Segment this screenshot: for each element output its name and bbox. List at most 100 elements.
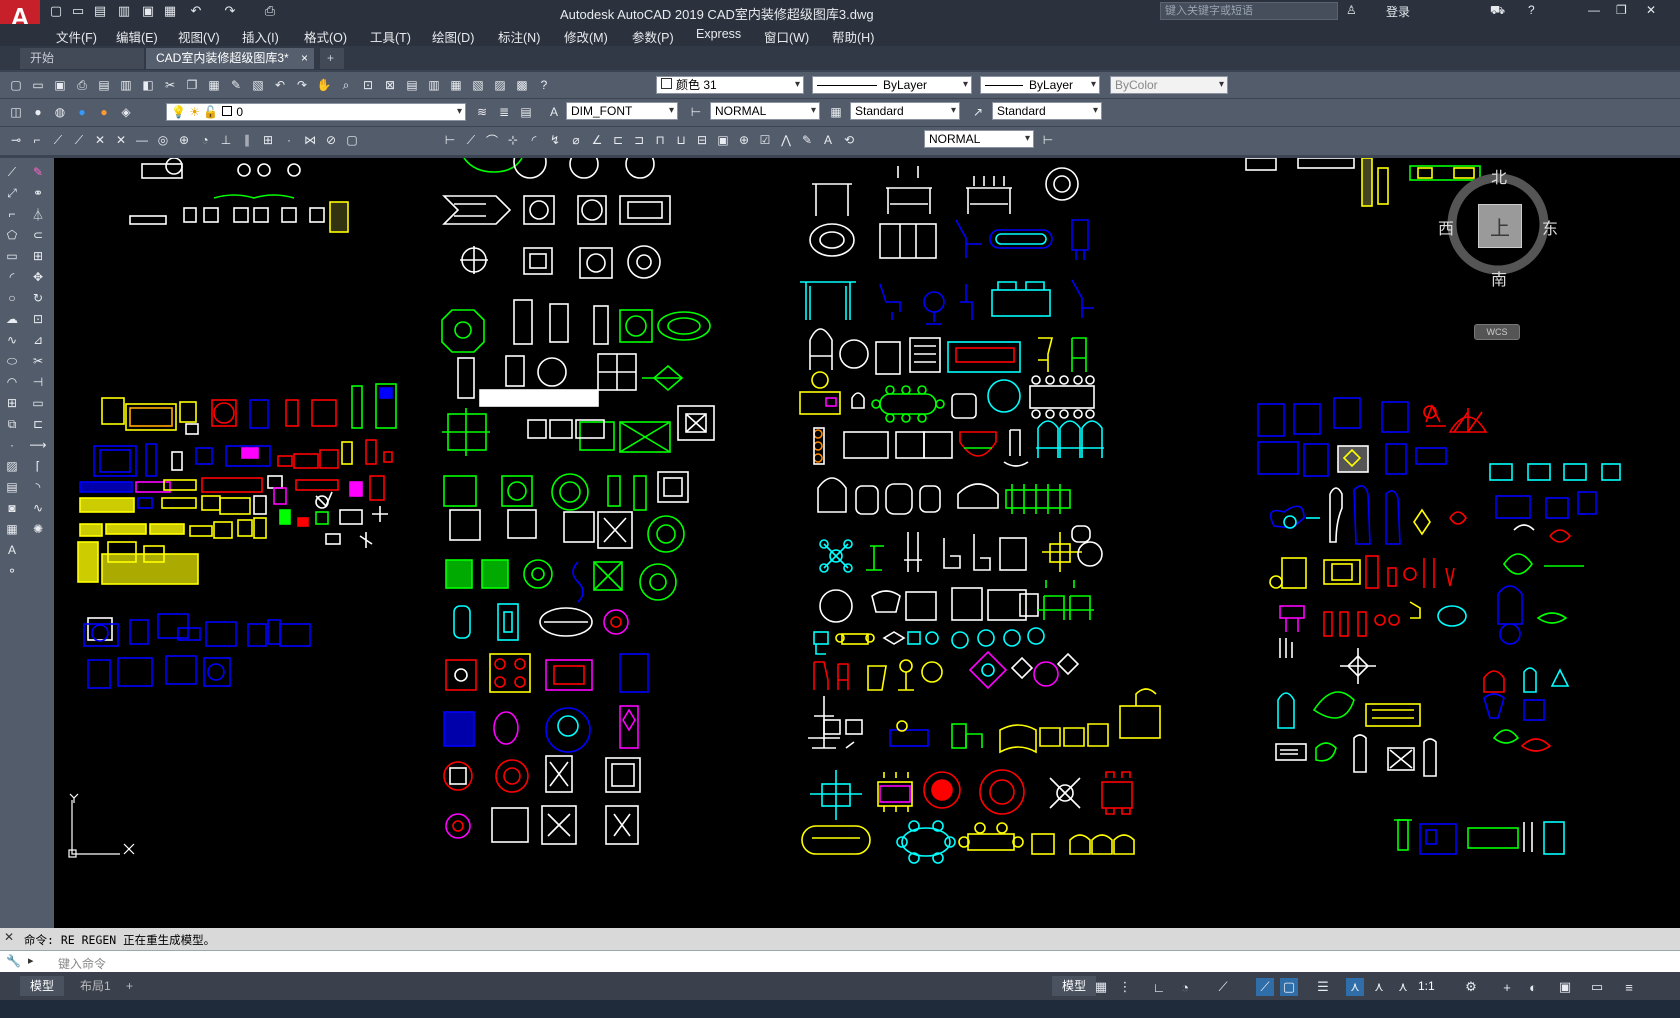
minimize-icon[interactable]: —: [1588, 3, 1600, 17]
osnap-icon[interactable]: ▢: [1280, 978, 1298, 996]
table-style-control[interactable]: Standard: [850, 102, 960, 120]
add-layout-button[interactable]: +: [116, 976, 143, 996]
cart-icon[interactable]: ⛟: [1490, 3, 1505, 19]
spline-icon[interactable]: ∿: [4, 332, 20, 348]
table-icon[interactable]: ▦: [4, 521, 20, 537]
new-icon[interactable]: ▢: [48, 3, 64, 19]
layer-control[interactable]: 💡 ☀ 🔓 0: [166, 103, 466, 121]
explode-icon[interactable]: ✺: [30, 521, 46, 537]
3d-print-icon[interactable]: ◧: [140, 77, 156, 93]
circle-icon[interactable]: ○: [4, 290, 20, 306]
dim-arc-icon[interactable]: ⌒: [484, 132, 500, 148]
quick-dim-icon[interactable]: ⊏: [610, 132, 626, 148]
menu-draw[interactable]: 绘图(D): [432, 27, 474, 46]
gear-icon[interactable]: ⚙: [1462, 978, 1480, 996]
paste-icon[interactable]: ▦: [206, 77, 222, 93]
zoom-previous-icon[interactable]: ⊠: [382, 77, 398, 93]
view-cube[interactable]: 上 北 南 东 西: [1438, 164, 1558, 289]
zoom-realtime-icon[interactable]: ⌕: [338, 77, 354, 93]
rotate-icon[interactable]: ↻: [30, 290, 46, 306]
snap-quadrant-icon[interactable]: ⊕: [176, 132, 192, 148]
redo-icon[interactable]: ↷: [294, 77, 310, 93]
snap-intersection-icon[interactable]: ✕: [92, 132, 108, 148]
snap-node-icon[interactable]: ·: [281, 132, 297, 148]
dim-continue-icon[interactable]: ⊓: [652, 132, 668, 148]
menu-parametric[interactable]: 参数(P): [632, 27, 674, 46]
snap-insert-icon[interactable]: ⊞: [260, 132, 276, 148]
copy-icon[interactable]: ❐: [184, 77, 200, 93]
temp-track-icon[interactable]: ⊸: [8, 132, 24, 148]
point-icon[interactable]: ·: [4, 437, 20, 453]
jogged-linear-icon[interactable]: ⋀: [778, 132, 794, 148]
multileader-style-control[interactable]: Standard: [992, 102, 1102, 120]
menu-file[interactable]: 文件(F): [56, 27, 97, 46]
insert-block-icon[interactable]: ⊞: [4, 395, 20, 411]
snap-icon[interactable]: ⋮: [1116, 978, 1134, 996]
open-icon[interactable]: ▭: [70, 3, 86, 19]
customize-icon[interactable]: ≡: [1620, 978, 1638, 996]
command-input[interactable]: 键入命令: [58, 955, 106, 972]
break-icon[interactable]: ▭: [30, 395, 46, 411]
dim-style-icon[interactable]: ⊢: [1040, 132, 1056, 148]
revcloud-icon[interactable]: ☁: [4, 311, 20, 327]
inspect-icon[interactable]: ☑: [757, 132, 773, 148]
save-icon[interactable]: ▣: [52, 77, 68, 93]
extend-icon[interactable]: ⊣: [30, 374, 46, 390]
match-properties-icon[interactable]: ✎: [228, 77, 244, 93]
dim-jogged-icon[interactable]: ↯: [547, 132, 563, 148]
annotation-scale-value[interactable]: 1:1: [1414, 976, 1439, 996]
compass-west[interactable]: 西: [1438, 215, 1454, 239]
plot-icon[interactable]: ⎙: [262, 3, 278, 19]
restore-icon[interactable]: ❐: [1616, 3, 1627, 17]
new-tab-button[interactable]: +: [320, 48, 344, 69]
linetype-control[interactable]: ByLayer: [812, 76, 972, 94]
layer-previous-icon[interactable]: ≣: [496, 104, 512, 120]
polar-icon[interactable]: ◔: [1176, 978, 1194, 996]
snap-none-icon[interactable]: ⊘: [323, 132, 339, 148]
blend-icon[interactable]: ∿: [30, 500, 46, 516]
sheet-set-icon[interactable]: ▧: [470, 77, 486, 93]
wcs-menu[interactable]: WCS: [1474, 324, 1520, 340]
material-icon[interactable]: ●: [74, 104, 90, 120]
compass-north[interactable]: 北: [1491, 164, 1507, 188]
dim-space-icon[interactable]: ⊔: [673, 132, 689, 148]
lineweight-control[interactable]: ByLayer: [980, 76, 1100, 94]
wrench-icon[interactable]: 🔧: [6, 954, 21, 968]
snap-nearest-icon[interactable]: ⋈: [302, 132, 318, 148]
saveas-icon[interactable]: ▦: [162, 3, 178, 19]
dim-radius-icon[interactable]: ◜: [526, 132, 542, 148]
environment-icon[interactable]: ◈: [118, 104, 134, 120]
move-icon[interactable]: ✥: [30, 269, 46, 285]
scale-icon[interactable]: ⊡: [30, 311, 46, 327]
layer-state-icon[interactable]: ▤: [518, 104, 534, 120]
menu-modify[interactable]: 修改(M): [564, 27, 608, 46]
table-style-icon[interactable]: ▦: [828, 104, 844, 120]
join-icon[interactable]: ⟶: [29, 437, 46, 453]
erase-icon[interactable]: ✎: [30, 164, 46, 180]
dim-style-icon[interactable]: ⊢: [688, 104, 704, 120]
command-prompt-icon[interactable]: ▸: [28, 954, 34, 967]
close-icon[interactable]: ×: [301, 48, 308, 69]
add-selected-icon[interactable]: ⚬: [4, 563, 20, 579]
osnap-settings-icon[interactable]: ▢: [344, 132, 360, 148]
offset-icon[interactable]: ⊂: [30, 227, 46, 243]
break-at-point-icon[interactable]: ⊏: [30, 416, 46, 432]
layer-properties-icon[interactable]: ◫: [8, 104, 24, 120]
menu-window[interactable]: 窗口(W): [764, 27, 809, 46]
isolate-icon[interactable]: ◐: [1524, 978, 1542, 996]
hatch-icon[interactable]: ▨: [4, 458, 20, 474]
visual-style-control[interactable]: NORMAL: [924, 130, 1034, 148]
tab-start[interactable]: 开始: [20, 48, 144, 69]
cut-icon[interactable]: ✂: [162, 77, 178, 93]
render-icon[interactable]: ◍: [52, 104, 68, 120]
menu-dimension[interactable]: 标注(N): [498, 27, 540, 46]
drawing-canvas[interactable]: 上 北 南 东 西 WCS: [54, 158, 1680, 928]
dim-ordinate-icon[interactable]: ⊹: [505, 132, 521, 148]
dim-text-edit-icon[interactable]: A: [820, 132, 836, 148]
polyline-icon[interactable]: ⌐: [4, 206, 20, 222]
tab-layout1[interactable]: 布局1: [70, 976, 121, 996]
multileader-style-icon[interactable]: ↗: [970, 104, 986, 120]
new-icon[interactable]: ▢: [8, 77, 24, 93]
hardware-accel-icon[interactable]: ▣: [1556, 978, 1574, 996]
construction-line-icon[interactable]: ⤢: [4, 185, 20, 201]
